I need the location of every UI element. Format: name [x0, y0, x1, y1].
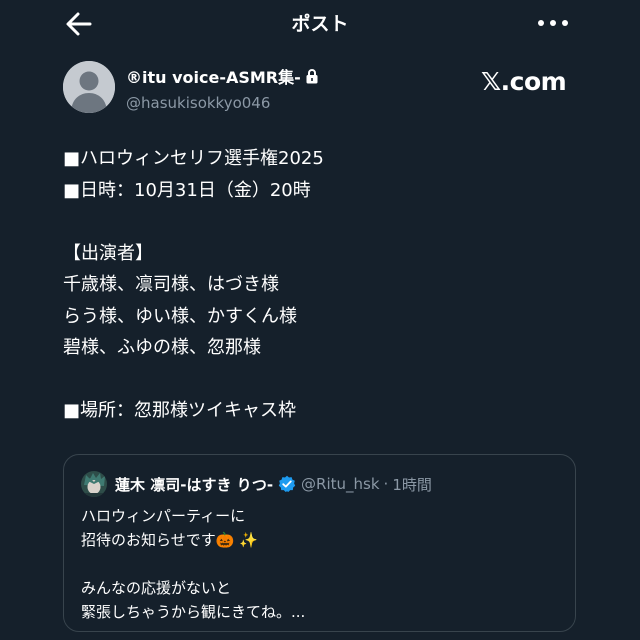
post-line: ■ハロウィンセリフ選手権2025 [63, 148, 324, 169]
quoted-line: ハロウィンパーティーに [81, 507, 246, 525]
verified-badge [278, 475, 296, 493]
quoted-line: みんなの応援がないと [81, 579, 232, 597]
post-line: ■場所：忽那様ツイキャス枠 [63, 400, 297, 421]
quoted-post-text: ハロウィンパーティーに 招待のお知らせです🎃 ✨ みんなの応援がないと 緊張しち… [81, 504, 305, 624]
post-line: 碧様、ふゆの様、忽那様 [63, 337, 261, 358]
post-line [63, 364, 324, 396]
quoted-line [81, 552, 305, 576]
quoted-line: 招待のお知らせです🎃 ✨ [81, 531, 258, 549]
author-handle[interactable]: @hasukisokkyo046 [126, 94, 319, 112]
quoted-post-header: 蓮木 凛司-はすき りつ- @Ritu_hsk · 1時間 [81, 471, 432, 497]
anime-avatar-icon [81, 471, 107, 497]
quoted-line: 緊張しちゃうから観にきてね。... [81, 603, 306, 621]
x-com-logo: 𝕏.com [481, 67, 567, 96]
author-info: ®itu voice-ASMR集- @hasukisokkyo046 [126, 64, 319, 112]
lock-icon [306, 69, 318, 84]
quoted-author-name: 蓮木 凛司-はすき りつ- [115, 475, 274, 494]
post-line: 千歳様、凛司様、はづき様 [63, 274, 279, 295]
quoted-author-avatar[interactable] [81, 471, 107, 497]
quoted-author-handle: @Ritu_hsk [301, 475, 380, 493]
author-name-row[interactable]: ®itu voice-ASMR集- [126, 64, 319, 88]
quoted-post-time: 1時間 [392, 475, 432, 494]
verified-badge-icon [278, 475, 296, 492]
meta-separator: · [383, 475, 389, 493]
more-horizontal-icon [538, 20, 568, 26]
post-line: ■日時：10月31日（金）20時 [63, 179, 311, 201]
post-line [63, 206, 324, 238]
more-button[interactable] [533, 10, 573, 36]
author-avatar[interactable] [63, 61, 115, 113]
author-display-name: ®itu voice-ASMR集- [126, 68, 301, 87]
top-bar: ポスト [0, 0, 640, 48]
default-avatar-icon [63, 61, 115, 113]
post-line: らう様、ゆい様、かすくん様 [63, 305, 297, 327]
quoted-post-card[interactable]: 蓮木 凛司-はすき りつ- @Ritu_hsk · 1時間 ハロウィンパーティー… [63, 454, 576, 632]
post-line: 【出演者】 [63, 242, 153, 264]
post-text: ■ハロウィンセリフ選手権2025 ■日時：10月31日（金）20時 【出演者】 … [63, 143, 324, 427]
